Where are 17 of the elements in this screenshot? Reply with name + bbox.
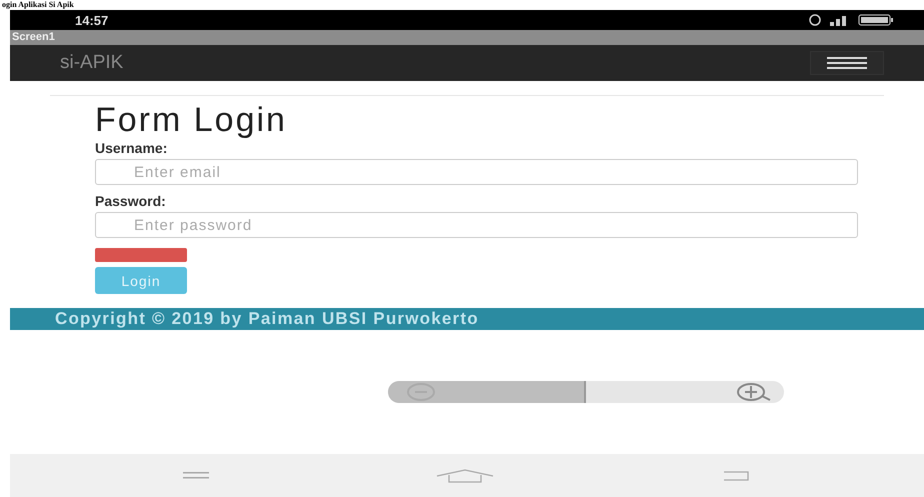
input-field[interactable]: Enter email: [95, 159, 858, 185]
menu-button[interactable]: [810, 51, 884, 75]
form-title: Form Login: [95, 102, 287, 138]
zoom-slider[interactable]: [388, 381, 784, 403]
field-label: Username:: [95, 140, 168, 156]
field-label: Password:: [95, 193, 166, 209]
copyright-text: Copyright © 2019 by Paiman UBSI Purwokerto: [55, 309, 479, 329]
home-icon[interactable]: [435, 468, 495, 482]
back-icon[interactable]: [721, 470, 751, 482]
battery-icon: [858, 14, 894, 26]
status-time: 14:57: [75, 12, 108, 28]
brand-link[interactable]: si-APIK: [60, 52, 124, 74]
input-field[interactable]: Enter password: [95, 212, 858, 238]
caption-text: ogin Aplikasi Si Apik: [1, 0, 75, 10]
menu-icon: [827, 56, 867, 70]
menu-icon[interactable]: [183, 470, 209, 480]
window-title: Screen1: [10, 30, 924, 45]
